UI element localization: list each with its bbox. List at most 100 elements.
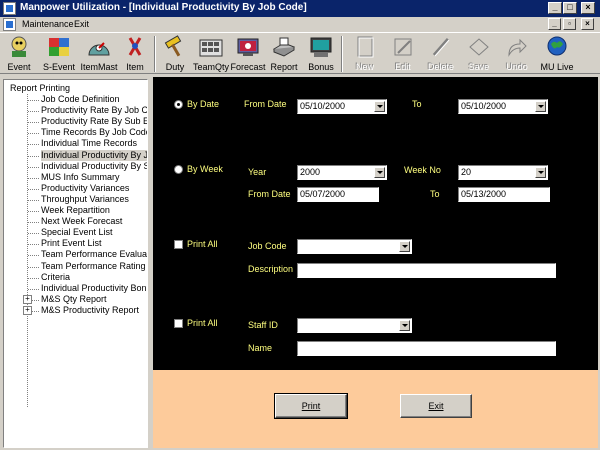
toolbar-item-button[interactable]: Item xyxy=(120,34,150,73)
toolbar-label: S-Event xyxy=(42,62,75,72)
tree-connector xyxy=(28,111,39,113)
year-value: 2000 xyxy=(300,167,321,177)
tree-item[interactable]: MUS Info Summary xyxy=(41,172,120,183)
to-date-combo[interactable]: 05/10/2000 xyxy=(458,99,548,114)
exit-button[interactable]: Exit xyxy=(400,394,472,418)
expand-icon[interactable]: + xyxy=(23,294,32,304)
by-week-radio[interactable] xyxy=(174,165,183,174)
tree-item[interactable]: Individual Productivity Bonus S xyxy=(41,283,147,294)
name-field[interactable] xyxy=(297,341,556,356)
toolbar-label: Report xyxy=(270,62,298,72)
toolbar-save-button[interactable]: Save xyxy=(461,34,497,73)
tree-connector xyxy=(28,288,39,290)
tree-item[interactable]: Job Code Definition xyxy=(41,94,120,105)
tree-item[interactable]: Individual Time Records xyxy=(41,138,137,149)
tree-item[interactable]: Team Performance Evaluation xyxy=(41,249,147,260)
week-from-date-value: 05/07/2000 xyxy=(300,189,346,199)
tree-item[interactable]: Time Records By Job Code xyxy=(41,127,147,138)
tree-item[interactable]: Week Repartition xyxy=(41,205,110,216)
tree-item[interactable]: Productivity Rate By Sub Event xyxy=(41,116,147,127)
tree-item[interactable]: Productivity Rate By Job Code xyxy=(41,105,147,116)
from-date-combo[interactable]: 05/10/2000 xyxy=(297,99,387,114)
tree-root[interactable]: Report Printing xyxy=(10,83,70,93)
job-print-all-checkbox[interactable] xyxy=(174,240,183,249)
toolbar-forecast-button[interactable]: Forecast xyxy=(230,34,266,73)
week-to-date-field[interactable]: 05/13/2000 xyxy=(458,187,550,202)
chevron-down-icon[interactable] xyxy=(399,241,410,252)
staff-print-all-checkbox[interactable] xyxy=(174,319,183,328)
toolbar-edit-button[interactable]: Edit xyxy=(385,34,421,73)
tree-connector xyxy=(28,266,39,268)
close-button[interactable]: × xyxy=(581,2,595,14)
delete-icon xyxy=(428,35,454,59)
window-title: Manpower Utilization - [Individual Produ… xyxy=(20,2,307,13)
save-icon xyxy=(466,35,492,59)
toolbar-label: Item xyxy=(126,62,144,72)
tree-item[interactable]: Productivity Variances xyxy=(41,183,129,194)
week-no-combo[interactable]: 20 xyxy=(458,165,548,180)
description-field[interactable] xyxy=(297,263,556,278)
tree-item[interactable]: Print Event List xyxy=(41,238,102,249)
week-from-date-field[interactable]: 05/07/2000 xyxy=(297,187,379,202)
menu-maintenance[interactable]: Maintenance xyxy=(22,19,74,29)
by-date-radio[interactable] xyxy=(174,100,183,109)
toolbar-s-event-button[interactable]: S-Event xyxy=(40,34,78,73)
maximize-button[interactable]: □ xyxy=(563,2,577,14)
from-date-value: 05/10/2000 xyxy=(300,101,346,111)
toolbar-undo-button[interactable]: Undo xyxy=(499,34,535,73)
toolbar-itemmast-button[interactable]: ItemMast xyxy=(80,34,118,73)
document-icon[interactable] xyxy=(3,18,16,31)
tree-item[interactable]: Individual Productivity By Sub xyxy=(41,161,147,172)
toolbar-report-button[interactable]: Report xyxy=(268,34,300,73)
chevron-down-icon[interactable] xyxy=(399,320,410,331)
tree-item[interactable]: Next Week Forecast xyxy=(41,216,122,227)
child-minimize-button[interactable]: _ xyxy=(548,18,561,30)
report-icon xyxy=(271,35,297,59)
toolbar-delete-button[interactable]: Delete xyxy=(423,34,459,73)
chevron-down-icon[interactable] xyxy=(535,101,546,112)
forecast-icon xyxy=(235,35,261,59)
child-restore-button[interactable]: ▫ xyxy=(563,18,576,30)
toolbar-duty-button[interactable]: Duty xyxy=(160,34,190,73)
staff-id-combo[interactable] xyxy=(297,318,412,333)
toolbar-label: TeamQty xyxy=(193,62,230,72)
toolbar: Event S-Event ItemMast Item Duty TeamQty xyxy=(0,32,600,74)
mu-live-icon xyxy=(544,35,570,59)
to-date-label: To xyxy=(412,99,422,109)
item-master-icon xyxy=(86,35,112,59)
toolbar-label: Bonus xyxy=(308,62,334,72)
minimize-button[interactable]: _ xyxy=(548,2,562,14)
tree-item[interactable]: Individual Productivity By Job xyxy=(41,149,147,161)
toolbar-mu-live-button[interactable]: MU Live xyxy=(537,34,577,73)
chevron-down-icon[interactable] xyxy=(374,167,385,178)
from-date-label: From Date xyxy=(244,99,287,109)
tree-item[interactable]: Special Event List xyxy=(41,227,113,238)
tree-group[interactable]: M&S Productivity Report xyxy=(41,305,139,316)
toolbar-bonus-button[interactable]: Bonus xyxy=(305,34,337,73)
tree-item[interactable]: Team Performance Rating xyxy=(41,261,146,272)
tree-group[interactable]: M&S Qty Report xyxy=(41,294,107,305)
report-tree[interactable]: Report Printing Job Code Definition Produ… xyxy=(3,79,148,448)
criteria-panel: By Date From Date 05/10/2000 To 05/10/20… xyxy=(153,77,598,370)
tree-connector xyxy=(28,133,39,135)
item-icon xyxy=(122,35,148,59)
chevron-down-icon[interactable] xyxy=(374,101,385,112)
child-close-button[interactable]: × xyxy=(581,18,594,30)
menu-exit[interactable]: Exit xyxy=(74,19,89,29)
job-code-combo[interactable] xyxy=(297,239,412,254)
year-combo[interactable]: 2000 xyxy=(297,165,387,180)
print-button[interactable]: Print xyxy=(274,393,348,419)
toolbar-label: Duty xyxy=(165,62,185,72)
toolbar-separator xyxy=(341,36,343,72)
tree-connector xyxy=(28,277,39,279)
toolbar-teamqty-button[interactable]: TeamQty xyxy=(193,34,229,73)
chevron-down-icon[interactable] xyxy=(535,167,546,178)
week-to-date-label: To xyxy=(430,189,440,199)
toolbar-new-button[interactable]: New xyxy=(347,34,383,73)
toolbar-label: Save xyxy=(468,62,490,72)
tree-item[interactable]: Criteria xyxy=(41,272,70,283)
tree-item[interactable]: Throughput Variances xyxy=(41,194,129,205)
new-icon xyxy=(352,35,378,59)
toolbar-event-button[interactable]: Event xyxy=(3,34,35,73)
expand-icon[interactable]: + xyxy=(23,305,32,315)
